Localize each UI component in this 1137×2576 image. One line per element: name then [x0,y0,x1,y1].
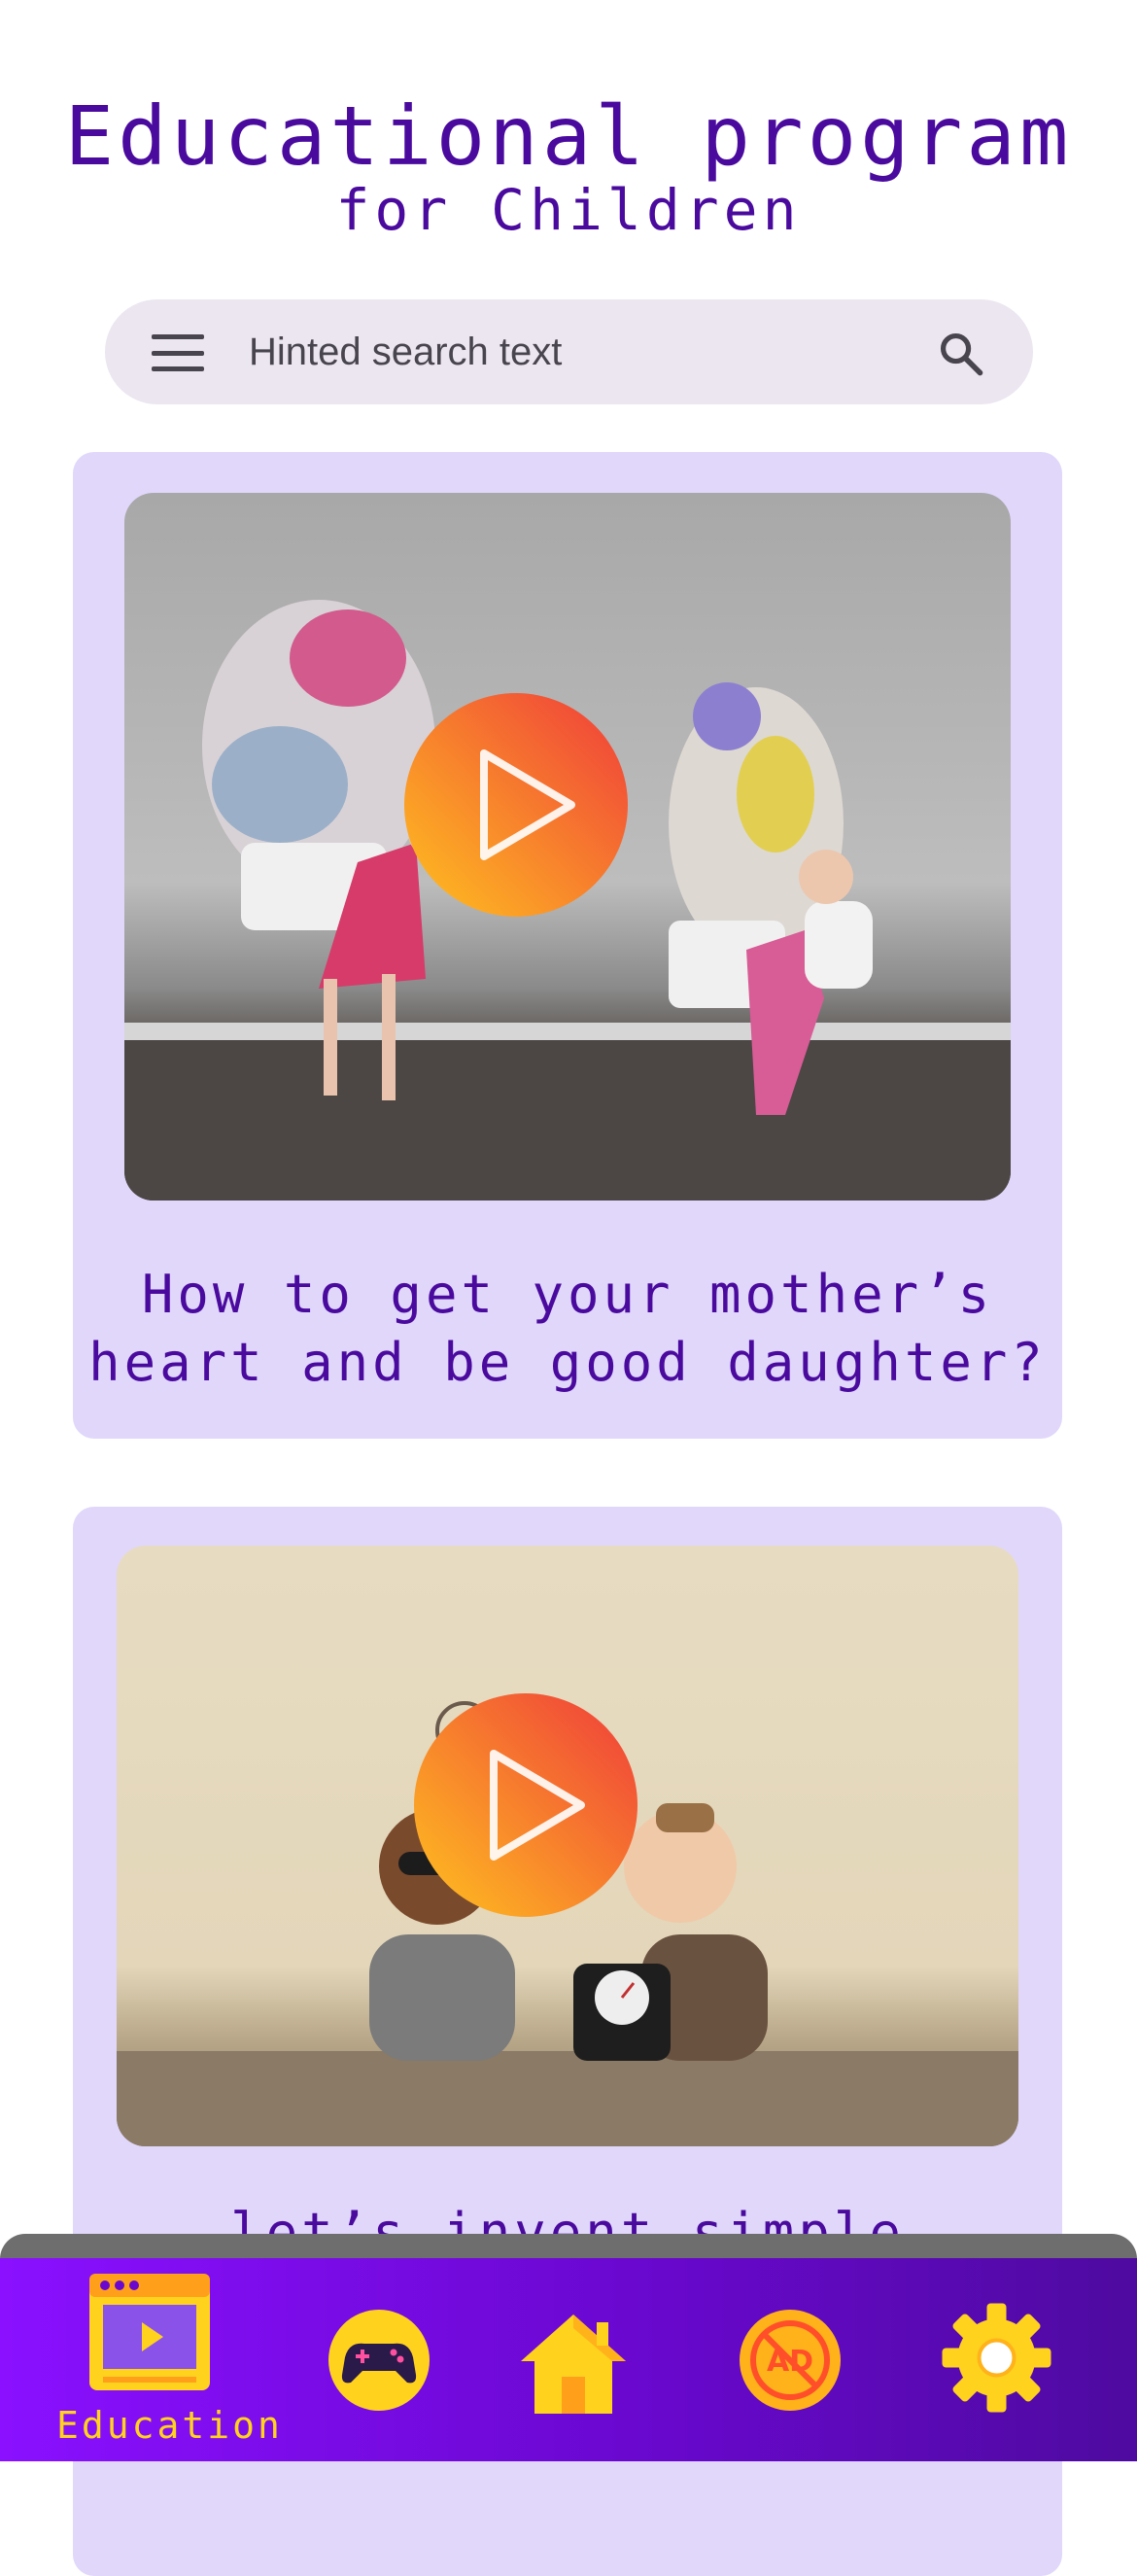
search-bar[interactable]: Hinted search text [105,299,1033,404]
svg-text:AD: AD [767,2345,813,2379]
bottom-navigation: Education AD [0,2258,1137,2461]
search-input[interactable]: Hinted search text [249,299,562,404]
home-icon [521,2315,626,2414]
video-card[interactable]: How to get your mother’s heart and be go… [73,452,1062,1439]
play-button-icon[interactable] [414,1693,637,1917]
search-icon[interactable] [936,329,986,379]
video-title[interactable]: How to get your mother’s heart and be go… [73,1261,1062,1397]
no-ads-icon: AD [740,2310,841,2411]
nav-label-education[interactable]: Education [56,2404,280,2447]
video-education-icon [89,2274,210,2390]
settings-gear-icon [942,2303,1051,2413]
nav-item-settings[interactable] [941,2302,1052,2414]
nav-item-education[interactable] [86,2268,214,2396]
page-subtitle: for Children [335,177,802,243]
nav-item-games[interactable] [326,2307,432,2414]
gamepad-icon [328,2310,430,2411]
page-title: Educational program [64,88,1073,184]
menu-icon[interactable] [152,334,204,371]
play-button-icon[interactable] [404,693,628,917]
nav-item-home[interactable] [515,2307,632,2419]
video-title-line: heart and be good daughter? [88,1332,1047,1393]
video-title-line: How to get your mother’s [141,1264,994,1325]
nav-item-no-ads[interactable]: AD [737,2307,844,2414]
